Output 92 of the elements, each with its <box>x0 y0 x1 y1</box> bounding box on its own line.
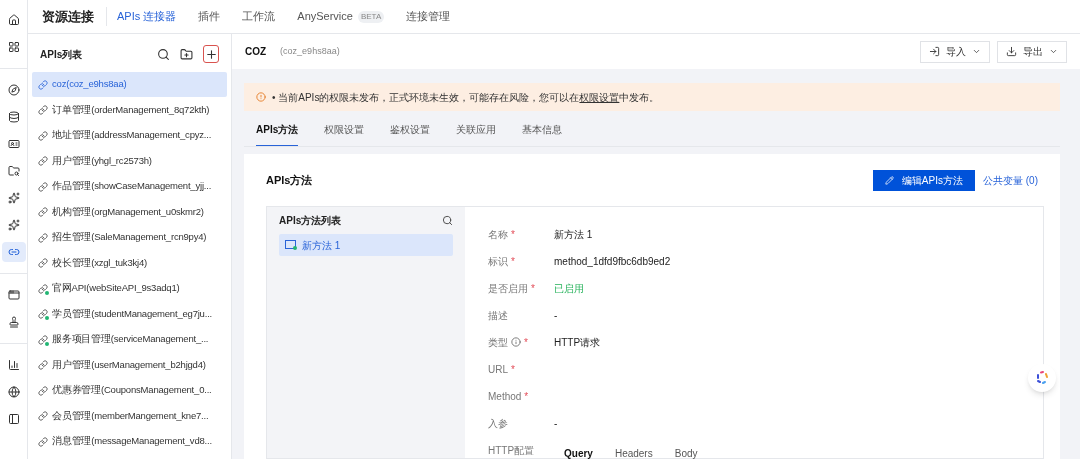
api-list-item[interactable]: 作品管理(showCaseManagement_yjj... <box>32 174 227 199</box>
pencil-icon <box>884 175 894 185</box>
variables-link[interactable]: 公共变量 (0) <box>983 172 1038 188</box>
api-list-item[interactable]: 招生管理(SaleManagement_rcn9py4) <box>32 225 227 250</box>
sparkle-icon <box>7 192 20 204</box>
grid-icon <box>7 41 20 53</box>
beta-badge: BETA <box>357 10 385 23</box>
field-label: Method <box>488 389 522 404</box>
window-icon <box>7 289 20 301</box>
field-label: 名称 <box>488 227 508 242</box>
permission-link[interactable]: 权限设置 <box>579 91 620 103</box>
api-list-item[interactable]: 用户管理(yhgl_rc2573h) <box>32 148 227 174</box>
id-card-icon <box>7 138 20 150</box>
field-label: HTTP配置 <box>488 443 535 458</box>
api-list-item[interactable]: 官网API(webSiteAPI_9s3adq1) <box>32 276 227 301</box>
search-icon <box>442 214 453 226</box>
config-tab[interactable]: Body <box>674 445 698 459</box>
api-list-item[interactable]: 消息管理(messageManagement_vd8... <box>32 429 227 454</box>
app-title: 资源连接 <box>42 6 107 27</box>
import-button[interactable]: 导入 <box>920 40 990 63</box>
api-id: (coz_e9hs8aa) <box>280 44 340 58</box>
api-method-icon <box>285 240 297 250</box>
download-icon <box>1006 46 1017 57</box>
field-label: 标识 <box>488 254 508 269</box>
home-icon <box>7 14 20 26</box>
folder-plus-icon <box>180 47 193 61</box>
field-label: 描述 <box>488 308 508 323</box>
globe-icon <box>7 386 20 398</box>
sidebar-title: APIs列表 <box>40 47 83 62</box>
field-value: HTTP请求 <box>554 335 601 350</box>
required-mark: * <box>511 254 515 269</box>
warning-icon <box>256 92 266 102</box>
field-value: - <box>554 416 558 431</box>
content-tab[interactable]: APIs方法 <box>256 122 299 146</box>
api-list-item[interactable]: 校长管理(xzgl_tuk3kj4) <box>32 250 227 276</box>
field-label: URL <box>488 362 508 377</box>
nav-tab[interactable]: AnyService BETA <box>297 8 385 25</box>
sparkle-logo-icon <box>1034 370 1050 386</box>
content-tab[interactable]: 鉴权设置 <box>390 122 431 146</box>
nav-tab[interactable]: 工作流 <box>242 8 276 25</box>
content-tab[interactable]: 权限设置 <box>324 122 365 146</box>
search-icon <box>157 47 170 61</box>
stamp-icon <box>7 316 20 328</box>
export-button[interactable]: 导出 <box>997 40 1067 63</box>
api-list-item[interactable]: 订单管理(orderManagement_8q72kth) <box>32 97 227 123</box>
database-icon <box>7 111 20 123</box>
required-mark: * <box>524 335 528 350</box>
folder-icon <box>7 165 20 177</box>
api-list-item[interactable]: 会员管理(memberMangement_kne7... <box>32 403 227 429</box>
nav-tab[interactable]: APIs 连接器 <box>117 8 177 25</box>
content-tab[interactable]: 关联应用 <box>456 122 497 146</box>
config-tab[interactable]: Headers <box>614 445 653 459</box>
field-label: 入参 <box>488 416 508 431</box>
method-list-title: APIs方法列表 <box>279 213 342 228</box>
api-list-item[interactable]: 机构管理(orgManagement_u0skmr2) <box>32 199 227 225</box>
warning-text: • 当前APIs的权限未发布，正式环境未生效，可能存在风险，您可以在权限设置中发布。 <box>272 90 660 105</box>
api-list-item[interactable]: 用户管理(userManagement_b2hjgd4) <box>32 352 227 378</box>
required-mark: * <box>531 281 535 296</box>
field-value: - <box>554 308 558 323</box>
chevron-down-icon <box>972 47 981 56</box>
link-icon <box>7 246 20 258</box>
api-list-item[interactable]: 学员管理(studentManagement_eg7ju... <box>32 301 227 327</box>
chart-icon <box>7 359 20 371</box>
nav-tab[interactable]: 连接管理 <box>406 8 451 25</box>
api-list-item[interactable]: 优惠券管理(CouponsManagement_0... <box>32 378 227 403</box>
add-button[interactable] <box>203 45 219 63</box>
api-list-item[interactable]: 地址管理(addressManagement_cpyz... <box>32 123 227 148</box>
required-mark: * <box>511 227 515 242</box>
card-title: APIs方法 <box>266 172 313 188</box>
search-button[interactable] <box>157 47 170 61</box>
compass-icon <box>7 84 20 96</box>
new-folder-button[interactable] <box>180 47 193 61</box>
chevron-down-icon <box>1049 47 1058 56</box>
api-list-item[interactable]: coz(coz_e9hs8aa) <box>32 72 227 97</box>
import-icon <box>929 46 940 57</box>
field-value: method_1dfd9fbc6db9ed2 <box>554 254 671 269</box>
panel-icon <box>7 413 20 425</box>
required-mark: * <box>511 362 515 377</box>
plus-icon <box>204 47 218 61</box>
status-value: 已启用 <box>554 281 584 296</box>
edit-methods-button[interactable]: 编辑APIs方法 <box>872 169 975 191</box>
method-list-item[interactable]: 新方法 1 <box>279 234 453 256</box>
required-mark: * <box>524 389 529 404</box>
sparkle-icon <box>7 219 20 231</box>
nav-tab[interactable]: 插件 <box>198 8 221 25</box>
field-value: 新方法 1 <box>554 227 593 242</box>
config-tab[interactable]: Query <box>564 445 593 459</box>
content-tab[interactable]: 基本信息 <box>522 122 563 146</box>
api-title: COZ <box>245 45 267 59</box>
api-list-item[interactable]: 服务项目管理(serviceManagement_... <box>32 327 227 352</box>
field-label: 类型 <box>488 335 508 350</box>
field-label: 是否启用 <box>488 281 528 296</box>
